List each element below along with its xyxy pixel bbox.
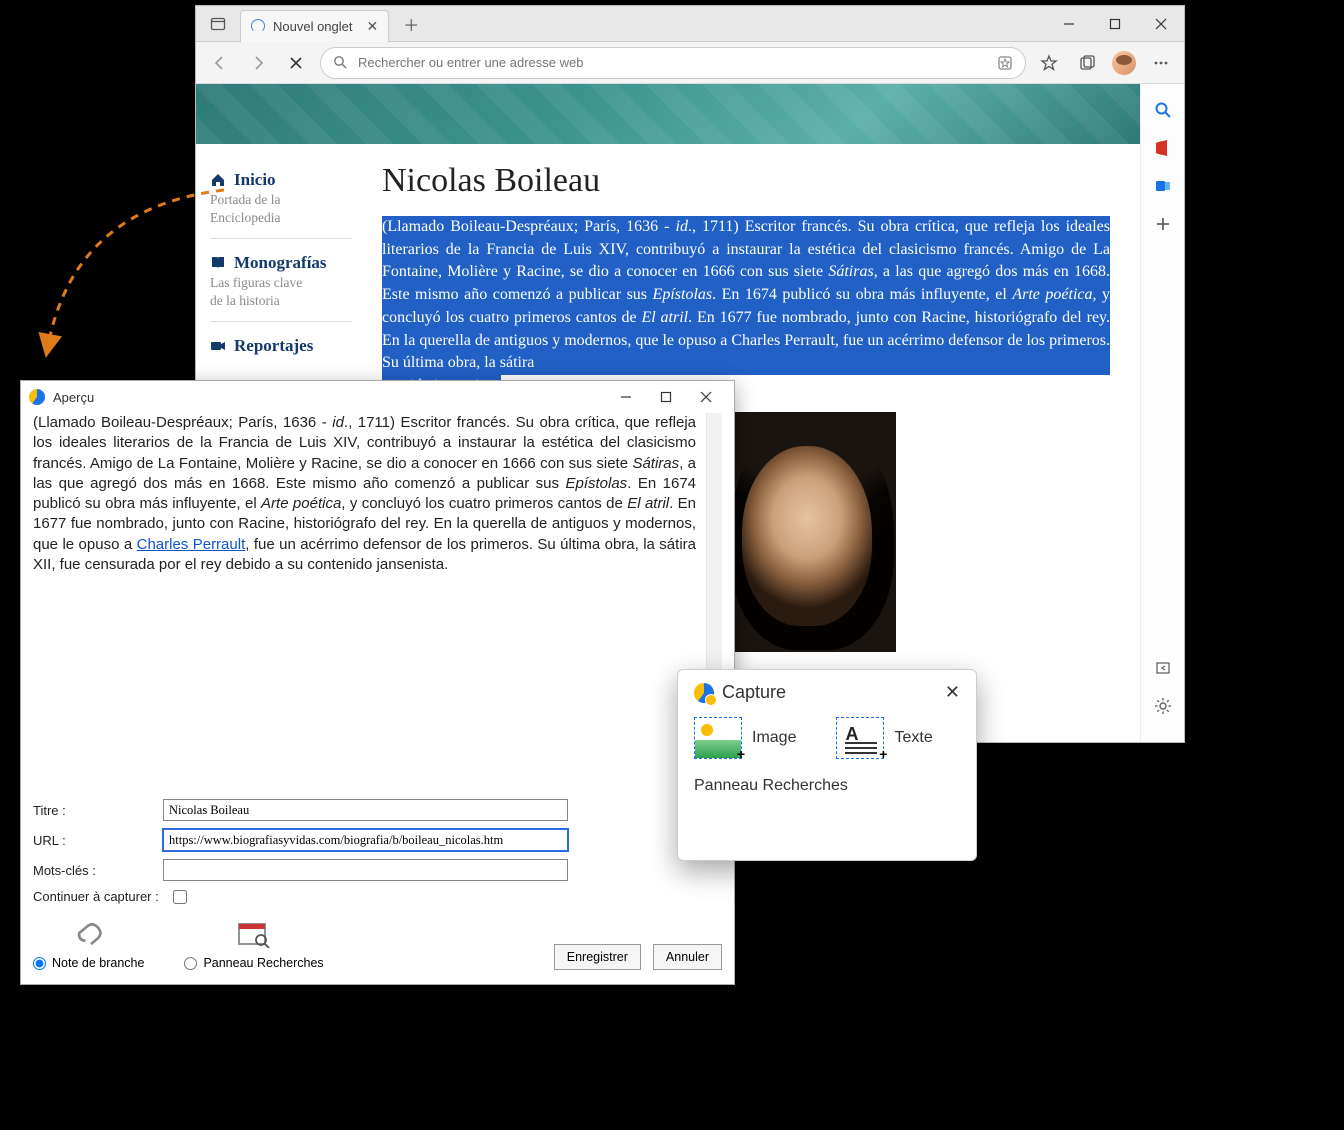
sidebar-item-sub: de la historia [210, 293, 352, 309]
omnibox[interactable] [320, 47, 1026, 79]
sidebar-item-label: Inicio [234, 170, 276, 190]
apercu-body: (Llamado Boileau-Despréaux; París, 1636 … [21, 413, 734, 789]
text-icon: A+ [836, 717, 884, 759]
profile-avatar[interactable] [1112, 51, 1136, 75]
apercu-window: Aperçu (Llamado Boileau-Despréaux; París… [20, 380, 735, 985]
panneau-recherches-radio[interactable]: Panneau Recherches [184, 956, 323, 970]
address-bar [196, 42, 1184, 84]
capture-header: Capture ✕ [694, 682, 960, 703]
nav-back-button[interactable] [206, 49, 234, 77]
window-close-button[interactable] [1138, 6, 1184, 42]
window-minimize-button[interactable] [1046, 6, 1092, 42]
titre-input[interactable] [163, 799, 568, 821]
url-input[interactable] [163, 829, 568, 851]
sidebar-item-inicio[interactable]: Inicio Portada de la Enciclopedia [210, 164, 352, 238]
cancel-button[interactable]: Annuler [653, 944, 722, 970]
apercu-title-text: Aperçu [53, 390, 94, 405]
url-label: URL : [33, 833, 153, 848]
sidebar-item-sub: Portada de la [210, 192, 352, 208]
apercu-maximize-button[interactable] [646, 383, 686, 411]
capture-close-icon[interactable]: ✕ [945, 682, 960, 703]
nav-stop-button[interactable] [282, 49, 310, 77]
video-icon [210, 338, 226, 354]
capture-text-button[interactable]: A+ Texte [836, 717, 932, 759]
home-icon [210, 172, 226, 188]
reading-mode-icon[interactable] [997, 55, 1013, 71]
add-app-button[interactable] [1151, 212, 1175, 236]
capture-popup: Capture ✕ + Image A+ Texte Panneau Reche… [677, 669, 977, 861]
article-portrait [728, 412, 896, 652]
apercu-titlebar: Aperçu [21, 381, 734, 413]
collections-icon[interactable] [1074, 50, 1100, 76]
apercu-close-button[interactable] [686, 383, 726, 411]
continuer-checkbox[interactable] [173, 890, 187, 904]
apercu-text[interactable]: (Llamado Boileau-Despréaux; París, 1636 … [33, 413, 706, 789]
attachment-icon [71, 918, 107, 950]
search-icon [333, 55, 348, 70]
browser-tab[interactable]: Nouvel onglet ✕ [240, 10, 389, 42]
panneau-icon [236, 918, 272, 950]
capture-title: Capture [722, 682, 786, 703]
book-icon [210, 255, 226, 271]
nav-forward-button[interactable] [244, 49, 272, 77]
sidebar-item-reportajes[interactable]: Reportajes [210, 321, 352, 368]
article-image-wrap [728, 412, 1110, 652]
capture-image-label: Image [752, 729, 796, 747]
sidebar-item-sub: Enciclopedia [210, 210, 352, 226]
image-icon: + [694, 717, 742, 759]
outlook-icon[interactable] [1151, 174, 1175, 198]
apercu-form: Titre : URL : Mots-clés : Continuer à ca… [21, 789, 734, 984]
favorites-icon[interactable] [1036, 50, 1062, 76]
apercu-minimize-button[interactable] [606, 383, 646, 411]
save-button[interactable]: Enregistrer [554, 944, 641, 970]
capture-logo-icon [694, 683, 714, 703]
titre-label: Titre : [33, 803, 153, 818]
tab-close-icon[interactable]: ✕ [367, 18, 379, 35]
office-icon[interactable] [1151, 136, 1175, 160]
capture-image-button[interactable]: + Image [694, 717, 796, 759]
tab-list-icon[interactable] [206, 12, 230, 36]
note-branche-radio[interactable]: Note de branche [33, 956, 144, 970]
collapse-sidebar-icon[interactable] [1151, 656, 1175, 680]
sidebar-item-sub: Las figuras clave [210, 275, 352, 291]
window-maximize-button[interactable] [1092, 6, 1138, 42]
sidebar-item-monografias[interactable]: Monografías Las figuras clave de la hist… [210, 238, 352, 321]
tab-title: Nouvel onglet [273, 19, 353, 34]
search-icon[interactable] [1151, 98, 1175, 122]
mots-cles-input[interactable] [163, 859, 568, 881]
site-banner [196, 84, 1140, 144]
capture-text-label: Texte [894, 729, 932, 747]
article-selection[interactable]: (Llamado Boileau-Despréaux; París, 1636 … [382, 216, 1110, 375]
new-tab-button[interactable]: ＋ [397, 10, 425, 38]
capture-footer-link[interactable]: Panneau Recherches [694, 777, 960, 795]
mots-cles-label: Mots-clés : [33, 863, 153, 878]
edge-sidebar [1140, 84, 1184, 742]
titlebar: Nouvel onglet ✕ ＋ [196, 6, 1184, 42]
page-title: Nicolas Boileau [382, 162, 1110, 200]
apercu-link-perrault[interactable]: Charles Perrault [137, 536, 246, 553]
sidebar-item-label: Monografías [234, 253, 327, 273]
menu-icon[interactable] [1148, 50, 1174, 76]
sidebar-item-label: Reportajes [234, 336, 313, 356]
window-buttons [1046, 6, 1184, 42]
settings-icon[interactable] [1151, 694, 1175, 718]
continuer-label: Continuer à capturer : [33, 889, 163, 904]
tab-favicon [251, 19, 265, 33]
apercu-logo-icon [29, 389, 45, 405]
omnibox-input[interactable] [358, 55, 987, 70]
toolbar-icons [1036, 50, 1174, 76]
